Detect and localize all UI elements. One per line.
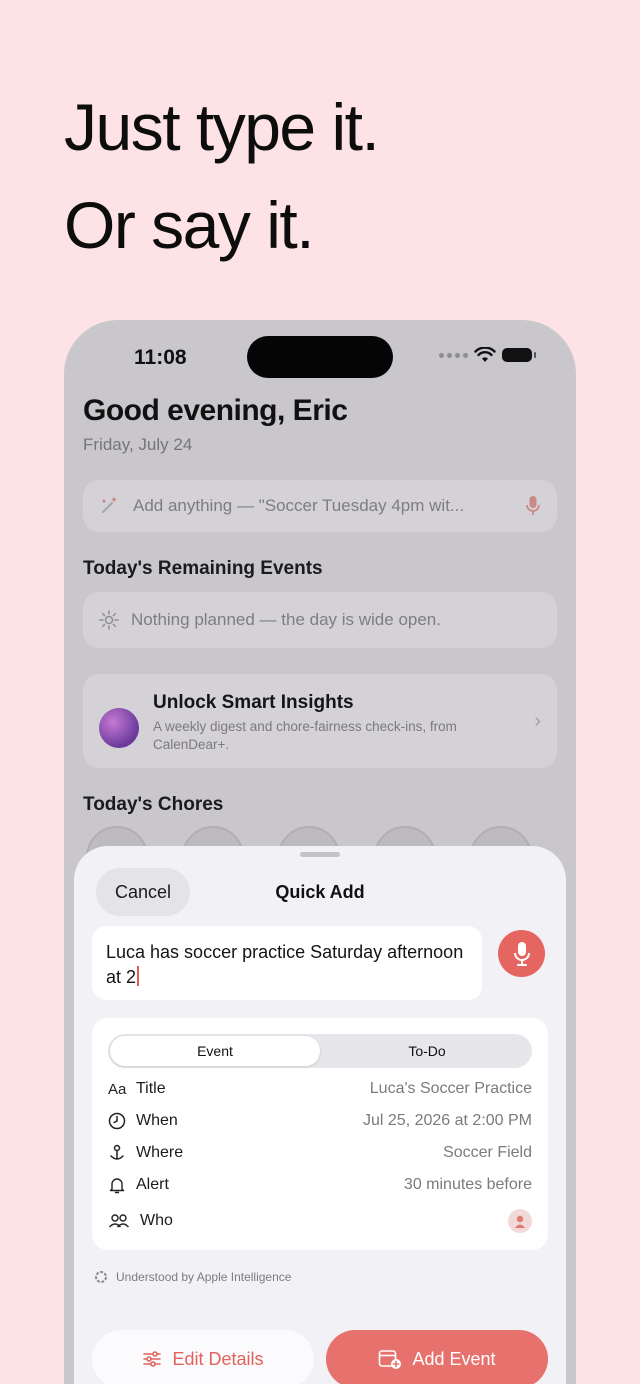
field-label: Where <box>136 1144 184 1161</box>
status-time: 11:08 <box>134 346 187 369</box>
field-value: Jul 25, 2026 at 2:00 PM <box>363 1112 532 1129</box>
field-label: When <box>136 1112 178 1129</box>
calendar-add-icon <box>379 1350 402 1369</box>
quick-add-field[interactable]: Add anything — "Soccer Tuesday 4pm wit..… <box>83 480 557 532</box>
insights-subtitle: A weekly digest and chore-fairness check… <box>153 719 457 752</box>
quick-add-input-text: Luca has soccer practice Saturday aftern… <box>106 942 464 987</box>
text-caret <box>137 966 140 986</box>
battery-icon <box>502 348 536 362</box>
edit-details-button[interactable]: Edit Details <box>92 1330 314 1384</box>
tab-todo[interactable]: To-Do <box>322 1036 532 1066</box>
field-who[interactable]: Who <box>108 1208 532 1234</box>
status-icons <box>439 347 536 363</box>
field-label: Title <box>136 1080 166 1097</box>
wifi-icon <box>474 347 496 362</box>
field-value: Soccer Field <box>443 1144 532 1161</box>
microphone-button[interactable] <box>498 930 545 977</box>
empty-events-text: Nothing planned — the day is wide open. <box>131 610 441 629</box>
cellular-icon <box>439 352 468 358</box>
chores-title: Today's Chores <box>83 794 224 815</box>
headline-line-2: Or say it. <box>64 188 315 262</box>
remaining-events-title: Today's Remaining Events <box>83 558 323 579</box>
add-event-label: Add Event <box>412 1348 496 1369</box>
sheet-grabber[interactable] <box>300 852 340 857</box>
sliders-icon <box>143 1351 162 1367</box>
add-event-button[interactable]: Add Event <box>326 1330 548 1384</box>
empty-events-card: Nothing planned — the day is wide open. <box>83 592 557 648</box>
magic-wand-icon <box>102 497 117 513</box>
parsed-details-card: Event To-Do Aa Title Luca's Soccer Pract… <box>92 1018 548 1250</box>
location-pin-icon <box>108 1144 132 1162</box>
sheet-title: Quick Add <box>275 882 365 902</box>
clock-icon <box>108 1112 132 1130</box>
microphone-icon[interactable] <box>525 495 541 517</box>
field-where[interactable]: Where Soccer Field <box>108 1140 532 1166</box>
quick-add-sheet: Cancel Quick Add Luca has soccer practic… <box>74 846 566 1384</box>
insights-title: Unlock Smart Insights <box>153 692 354 713</box>
date-label: Friday, July 24 <box>83 435 193 454</box>
sparkle-icon <box>99 708 139 748</box>
understood-text: Understood by Apple Intelligence <box>116 1270 292 1284</box>
field-title[interactable]: Aa Title Luca's Soccer Practice <box>108 1076 532 1102</box>
chevron-right-icon: › <box>534 710 541 732</box>
field-value: Luca's Soccer Practice <box>369 1080 532 1097</box>
field-when[interactable]: When Jul 25, 2026 at 2:00 PM <box>108 1108 532 1134</box>
apple-intelligence-icon <box>95 1271 107 1283</box>
text-format-icon: Aa <box>108 1080 127 1098</box>
dynamic-island <box>247 336 393 378</box>
headline-line-1: Just type it. <box>64 90 380 164</box>
field-alert[interactable]: Alert 30 minutes before <box>108 1172 532 1198</box>
headline: Just type it. Or say it. <box>64 78 380 274</box>
edit-details-label: Edit Details <box>172 1348 264 1369</box>
tab-event[interactable]: Event <box>110 1036 320 1066</box>
field-value: 30 minutes before <box>403 1176 532 1193</box>
bell-icon <box>108 1176 132 1194</box>
type-segmented-control: Event To-Do <box>108 1034 532 1068</box>
smart-insights-card[interactable]: Unlock Smart Insights A weekly digest an… <box>83 674 557 768</box>
quick-add-placeholder: Add anything — "Soccer Tuesday 4pm wit..… <box>133 496 465 515</box>
field-label: Alert <box>136 1176 169 1193</box>
greeting: Good evening, Eric <box>83 394 348 427</box>
microphone-icon <box>513 941 530 966</box>
understood-note: Understood by Apple Intelligence <box>94 1270 291 1284</box>
quick-add-input[interactable]: Luca has soccer practice Saturday aftern… <box>92 926 482 1000</box>
person-avatar[interactable] <box>508 1209 532 1233</box>
people-icon <box>108 1212 132 1230</box>
sun-icon <box>99 610 119 630</box>
field-label: Who <box>140 1212 173 1229</box>
